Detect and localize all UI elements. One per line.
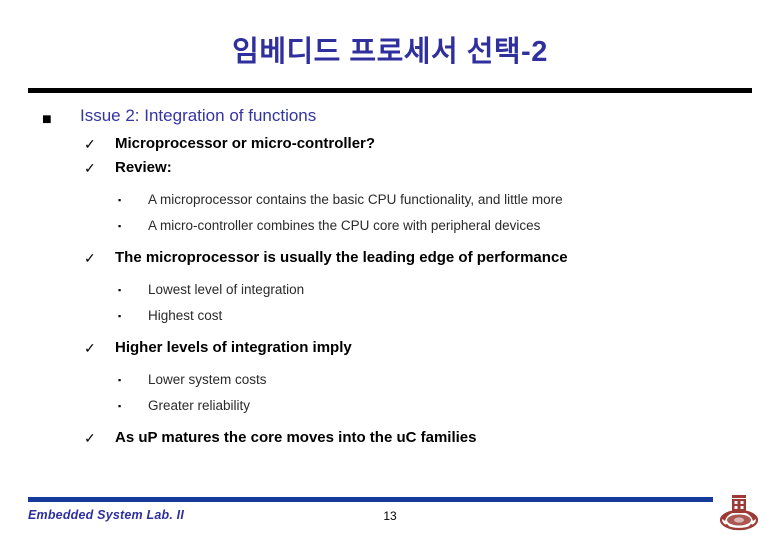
outline-item-level-2: ✓ Higher levels of integration imply	[0, 337, 780, 359]
checkmark-bullet-icon: ✓	[84, 136, 96, 152]
outline-item-text: As uP matures the core moves into the uC…	[115, 429, 477, 446]
outline-item-level-2: ✓ The microprocessor is usually the leadi…	[0, 247, 780, 269]
title-divider	[28, 88, 752, 93]
outline-item-level-3: ▪ A micro-controller combines the CPU cor…	[0, 214, 780, 238]
small-square-bullet-icon: ▪	[118, 311, 122, 321]
outline-item-text: Lower system costs	[148, 372, 267, 387]
page-title: 임베디드 프로세서 선택-2	[232, 36, 548, 68]
outline-item-level-2: ✓ Review:	[0, 157, 780, 179]
outline-item-text: Issue 2: Integration of functions	[80, 106, 317, 125]
outline-item-text: Greater reliability	[148, 398, 251, 413]
outline-item-text: The microprocessor is usually the leadin…	[115, 249, 568, 266]
outline-item-level-2: ✓ Microprocessor or micro-controller?	[0, 133, 780, 155]
outline-item-level-2: ✓ As uP matures the core moves into the u…	[0, 427, 780, 449]
small-square-bullet-icon: ▪	[118, 375, 122, 385]
checkmark-bullet-icon: ✓	[84, 250, 96, 266]
footer-divider	[28, 497, 713, 502]
checkmark-bullet-icon: ✓	[84, 340, 96, 356]
outline-item-text: A microprocessor contains the basic CPU …	[148, 192, 563, 207]
outline-item-level-3: ▪ Lowest level of integration	[0, 278, 780, 302]
small-square-bullet-icon: ▪	[118, 401, 122, 411]
small-square-bullet-icon: ▪	[118, 285, 122, 295]
slide-canvas: 임베디드 프로세서 선택-2 ■ Issue 2: Integration of …	[0, 0, 780, 540]
slide-body-outline: ■ Issue 2: Integration of functions ✓ Micro…	[0, 105, 780, 451]
outline-item-level-3: ▪ A microprocessor contains the basic CPU…	[0, 188, 780, 212]
outline-item-text: A micro-controller combines the CPU core…	[148, 218, 541, 233]
outline-item-text: Review:	[115, 159, 172, 176]
square-bullet-blue-icon: ■	[42, 111, 52, 128]
outline-item-text: Higher levels of integration imply	[115, 339, 352, 356]
outline-item-text: Highest cost	[148, 308, 223, 323]
outline-item-level-3: ▪ Lower system costs	[0, 368, 780, 392]
outline-item-level-3: ▪ Highest cost	[0, 304, 780, 328]
footer-page-number: 13	[383, 509, 397, 523]
outline-item-text: Microprocessor or micro-controller?	[115, 135, 376, 152]
checkmark-bullet-icon: ✓	[84, 160, 96, 176]
outline-item-text: Lowest level of integration	[148, 282, 305, 297]
outline-item-level-3: ▪ Greater reliability	[0, 394, 780, 418]
outline-item-level-1: ■ Issue 2: Integration of functions	[0, 105, 780, 128]
small-square-bullet-icon: ▪	[118, 195, 122, 205]
university-emblem-logo	[716, 489, 762, 535]
checkmark-bullet-icon: ✓	[84, 430, 96, 446]
small-square-bullet-icon: ▪	[118, 221, 122, 231]
